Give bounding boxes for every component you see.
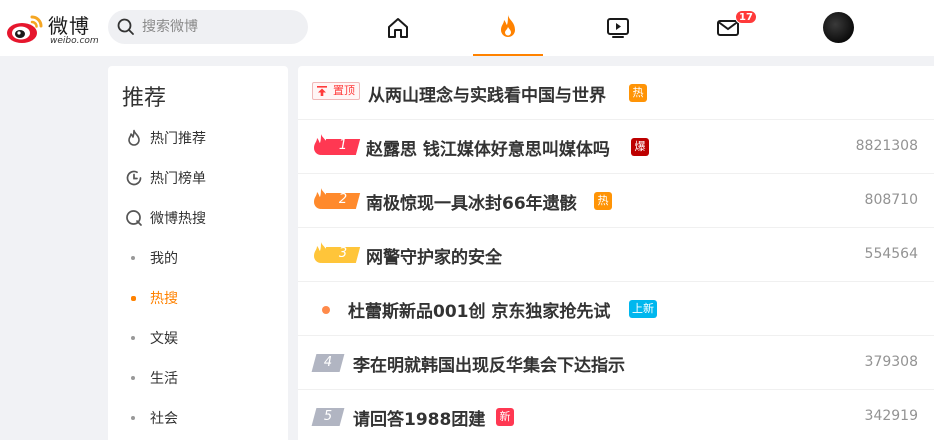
sidebar-item-society[interactable]: 社会: [108, 398, 288, 438]
rank-number: 2: [338, 192, 348, 207]
rank-number: 1: [338, 138, 348, 153]
hot-item-title[interactable]: 请回答1988团建: [353, 405, 485, 430]
logo-text-en: weibo.com: [50, 36, 99, 46]
top-bar: 微博 weibo.com 17: [0, 0, 934, 56]
nav-hot-button[interactable]: [473, 0, 543, 56]
bullet-dot-active: [131, 295, 136, 301]
rank-badge: 3: [312, 242, 361, 264]
video-icon: [607, 18, 629, 38]
nav-messages-button[interactable]: 17: [693, 0, 763, 56]
pin-top-icon: [317, 86, 327, 96]
search-box[interactable]: [108, 10, 308, 44]
hot-list-row[interactable]: 2 南极惊现一具冰封66年遗骸 热 808710: [298, 174, 934, 228]
rank-number: 4: [323, 355, 333, 370]
sidebar-item-hot-search[interactable]: 热搜: [108, 278, 288, 318]
home-icon: [388, 18, 408, 38]
hot-count: 554564: [864, 246, 918, 262]
clock-icon: [124, 168, 144, 188]
hot-list-row[interactable]: 1 赵露思 钱江媒体好意思叫媒体吗 爆 8821308: [298, 120, 934, 174]
hot-list-row[interactable]: 3 网警守护家的安全 554564: [298, 228, 934, 282]
hot-list-row[interactable]: 5 请回答1988团建 新 342919: [298, 390, 934, 440]
weibo-eye-icon: [7, 15, 43, 43]
hot-item-title[interactable]: 杜蕾斯新品001创 京东独家抢先试: [348, 297, 610, 322]
sidebar-item-label: 微博热搜: [150, 211, 206, 227]
hot-list-row-promoted[interactable]: 杜蕾斯新品001创 京东独家抢先试 上新: [298, 282, 934, 336]
bullet-dot: [131, 416, 135, 420]
search-circle-icon: [124, 208, 144, 228]
rank-number: 5: [323, 409, 333, 424]
rank-badge: 2: [312, 188, 361, 210]
hot-tag: 新: [496, 408, 514, 426]
bullet-dot: [131, 376, 135, 380]
sidebar-item-label: 热门推荐: [150, 131, 206, 147]
hot-list-row-pinned[interactable]: 置顶 从两山理念与实践看中国与世界 热: [298, 66, 934, 120]
hot-item-title[interactable]: 赵露思 钱江媒体好意思叫媒体吗: [366, 135, 610, 160]
logo-text-cn: 微博: [48, 14, 90, 38]
search-icon: [117, 18, 134, 35]
nav-video-button[interactable]: [583, 0, 653, 56]
sidebar-item-life[interactable]: 生活: [108, 358, 288, 398]
nav-home-button[interactable]: [363, 0, 433, 56]
sidebar-item-weibo-hot-search[interactable]: 微博热搜: [108, 198, 288, 238]
sidebar: 推荐 热门推荐 热门榜单 微博热搜 我的 热搜 文娱 生活 社会: [108, 66, 288, 440]
hot-count: 379308: [864, 354, 918, 370]
pinned-label: 置顶: [333, 84, 355, 97]
message-count-badge: 17: [735, 10, 757, 24]
sidebar-item-mine[interactable]: 我的: [108, 238, 288, 278]
hot-item-title[interactable]: 从两山理念与实践看中国与世界: [368, 81, 606, 106]
hot-search-list: 置顶 从两山理念与实践看中国与世界 热 1 赵露思 钱江媒体好意思叫媒体吗 爆 …: [298, 66, 934, 440]
hot-list-row[interactable]: 4 李在明就韩国出现反华集会下达指示 379308: [298, 336, 934, 390]
bullet-dot: [131, 256, 135, 260]
sidebar-item-label: 我的: [150, 251, 178, 267]
hot-tag: 爆: [631, 138, 649, 156]
sidebar-item-label: 生活: [150, 371, 178, 387]
pinned-badge: 置顶: [312, 82, 360, 100]
hot-tag: 热: [629, 84, 647, 102]
hot-count: 8821308: [855, 138, 918, 154]
hot-tag: 热: [594, 192, 612, 210]
avatar[interactable]: [823, 12, 854, 43]
hot-item-title[interactable]: 网警守护家的安全: [366, 243, 502, 268]
hot-item-title[interactable]: 南极惊现一具冰封66年遗骸: [366, 189, 577, 214]
rank-number: 3: [338, 246, 348, 261]
sidebar-item-entertainment[interactable]: 文娱: [108, 318, 288, 358]
weibo-logo[interactable]: 微博 weibo.com: [6, 10, 99, 46]
flame-icon: [501, 15, 515, 37]
hot-item-title[interactable]: 李在明就韩国出现反华集会下达指示: [353, 351, 625, 376]
sidebar-item-label: 热门榜单: [150, 171, 206, 187]
sidebar-item-label: 文娱: [150, 331, 178, 347]
search-input[interactable]: [142, 10, 302, 44]
hot-tag: 上新: [629, 300, 657, 318]
hot-count: 342919: [864, 408, 918, 424]
sidebar-item-hot-recommend[interactable]: 热门推荐: [108, 118, 288, 158]
bullet-dot: [131, 336, 135, 340]
sidebar-title: 推荐: [122, 86, 167, 111]
rank-badge: 1: [312, 134, 361, 156]
sidebar-item-label: 社会: [150, 411, 178, 427]
flame-outline-icon: [124, 128, 144, 148]
sidebar-item-hot-ranking[interactable]: 热门榜单: [108, 158, 288, 198]
hot-count: 808710: [864, 192, 918, 208]
promoted-dot: [322, 306, 330, 314]
sidebar-item-label: 热搜: [150, 291, 178, 307]
